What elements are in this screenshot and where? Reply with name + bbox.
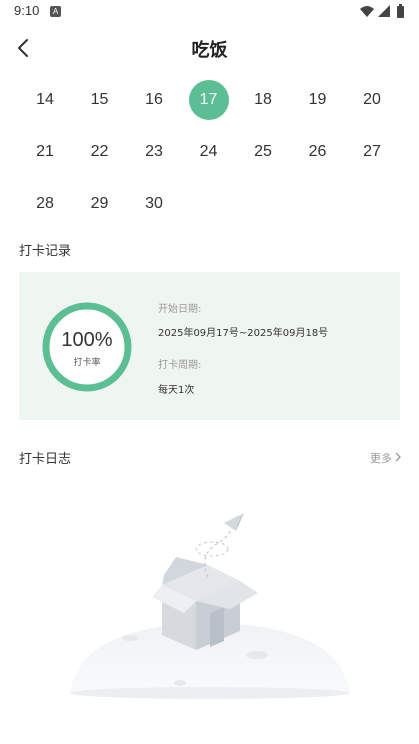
status-bar: 9:10 A	[0, 0, 419, 24]
calendar-day[interactable]: 30	[127, 178, 181, 230]
empty-box-illustration	[70, 513, 350, 699]
calendar-day[interactable]: 26	[291, 126, 345, 178]
checkin-log-title: 打卡日志	[19, 452, 72, 467]
calendar-day[interactable]: 24	[182, 126, 236, 178]
more-link[interactable]: 更多	[370, 450, 401, 466]
start-date-label: 开始日期:	[158, 304, 202, 315]
cycle-value: 每天1次	[158, 385, 195, 396]
chevron-right-icon	[395, 452, 401, 462]
calendar-day-selected[interactable]: 17	[182, 74, 236, 126]
calendar-day[interactable]: 21	[18, 126, 72, 178]
calendar-day[interactable]: 15	[73, 74, 127, 126]
nav-bar: 吃饭	[0, 24, 419, 72]
cycle-label: 打卡周期:	[158, 360, 202, 371]
notification-icon: A	[50, 6, 61, 17]
more-label: 更多	[370, 452, 392, 465]
battery-icon	[397, 6, 404, 18]
calendar-day[interactable]: 18	[236, 74, 290, 126]
start-date-value: 2025年09月17号~2025年09月18号	[158, 328, 329, 339]
calendar-day[interactable]: 29	[73, 178, 127, 230]
signal-icon	[378, 5, 390, 17]
wifi-icon	[360, 6, 374, 17]
checkin-record-title: 打卡记录	[19, 244, 72, 259]
calendar-day[interactable]: 20	[345, 74, 399, 126]
calendar-day[interactable]: 27	[345, 126, 399, 178]
progress-ring: 100% 打卡率	[41, 301, 133, 393]
checkin-record-card: 100% 打卡率 开始日期: 2025年09月17号~2025年09月18号 打…	[19, 272, 400, 420]
calendar-day[interactable]: 14	[18, 74, 72, 126]
completion-rate: 100%	[61, 329, 113, 351]
status-time: 9:10	[14, 3, 40, 18]
calendar-day[interactable]: 16	[127, 74, 181, 126]
calendar-day[interactable]: 19	[291, 74, 345, 126]
calendar-day[interactable]: 23	[127, 126, 181, 178]
status-icons	[360, 4, 404, 18]
calendar-day[interactable]: 25	[236, 126, 290, 178]
calendar-day[interactable]: 22	[73, 126, 127, 178]
completion-rate-label: 打卡率	[73, 358, 101, 368]
calendar-day[interactable]: 28	[18, 178, 72, 230]
page-title: 吃饭	[191, 40, 228, 61]
